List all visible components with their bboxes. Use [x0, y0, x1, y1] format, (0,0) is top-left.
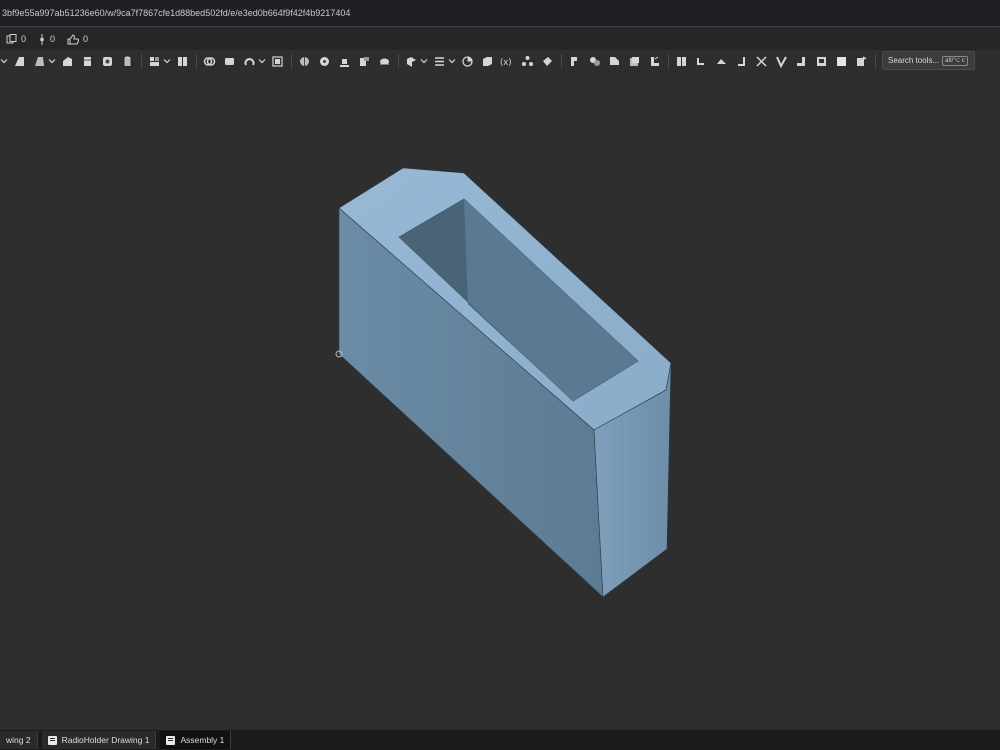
- tab-icon[interactable]: [567, 53, 581, 69]
- chevron-down-icon[interactable]: [420, 53, 428, 69]
- tab-assembly-1-label: Assembly 1: [180, 735, 225, 745]
- surface-icon[interactable]: (x): [500, 53, 514, 69]
- split-icon[interactable]: [317, 53, 331, 69]
- search-tools-placeholder: Search tools...: [888, 56, 940, 65]
- pattern-icon[interactable]: [357, 53, 371, 69]
- tab-radioholder-drawing-1-label: RadioHolder Drawing 1: [61, 735, 150, 745]
- measure-icon[interactable]: [460, 53, 474, 69]
- chevron-down-icon[interactable]: [163, 53, 171, 69]
- thicken-icon[interactable]: [120, 53, 134, 69]
- chamfer-frame-icon[interactable]: [774, 53, 788, 69]
- weld-icon[interactable]: [540, 53, 554, 69]
- files-stat[interactable]: 0: [6, 33, 27, 45]
- mirror-icon[interactable]: [377, 53, 391, 69]
- corner-relief-icon[interactable]: [794, 53, 808, 69]
- versions-count: 0: [50, 34, 56, 44]
- tab-assembly-1[interactable]: Assembly 1: [160, 731, 232, 749]
- shell-icon[interactable]: [242, 53, 256, 69]
- sweep-icon[interactable]: [80, 53, 94, 69]
- replace-face-icon[interactable]: [854, 53, 868, 69]
- gusset-icon[interactable]: [714, 53, 728, 69]
- bend-icon[interactable]: [587, 53, 601, 69]
- part-render[interactable]: [0, 72, 1000, 730]
- copy-icon: [6, 33, 17, 43]
- boolean-icon[interactable]: [297, 53, 311, 69]
- search-tools-input[interactable]: Search tools... alt/⌥ c: [882, 51, 975, 70]
- tab-radioholder-drawing-1[interactable]: RadioHolder Drawing 1: [41, 731, 157, 749]
- hole-icon[interactable]: [147, 53, 161, 69]
- rib-icon[interactable]: [270, 53, 284, 69]
- feature-toolbar: (x): [0, 50, 1000, 72]
- files-count: 0: [21, 34, 27, 44]
- corner-icon[interactable]: [627, 53, 641, 69]
- url-text: 3bf9e55a997ab51236e60/w/9ca7f7867cfe1d88…: [2, 8, 351, 18]
- chevron-down-icon[interactable]: [258, 53, 266, 69]
- branch-icon: [40, 33, 44, 45]
- chevron-down-icon[interactable]: [0, 53, 8, 69]
- extrude-icon[interactable]: [32, 53, 46, 69]
- trim-icon[interactable]: [694, 53, 708, 69]
- frame-profile-icon[interactable]: [674, 53, 688, 69]
- document-tab-bar: wing 2 RadioHolder Drawing 1 Assembly 1: [0, 730, 1000, 750]
- graphics-viewport[interactable]: [0, 72, 1000, 730]
- draft-icon[interactable]: [222, 53, 236, 69]
- tab-drawing-2[interactable]: wing 2: [0, 731, 38, 749]
- assembly-icon: [166, 735, 176, 745]
- frame-icon[interactable]: [520, 53, 534, 69]
- search-shortcut-badge: alt/⌥ c: [942, 55, 968, 66]
- plane-icon[interactable]: [404, 53, 418, 69]
- chamfer-icon[interactable]: [202, 53, 216, 69]
- loft-icon[interactable]: [100, 53, 114, 69]
- likes-stat[interactable]: 0: [67, 33, 89, 45]
- likes-count: 0: [83, 34, 89, 44]
- versions-stat[interactable]: 0: [38, 33, 56, 45]
- document-status-row: 0 0 0: [0, 28, 1000, 50]
- sketch-icon[interactable]: [12, 53, 26, 69]
- unfold-icon[interactable]: [647, 53, 661, 69]
- sheetmetal-icon[interactable]: [480, 53, 494, 69]
- flange-icon[interactable]: [607, 53, 621, 69]
- address-bar[interactable]: 3bf9e55a997ab51236e60/w/9ca7f7867cfe1d88…: [0, 0, 1000, 27]
- cut-list-icon[interactable]: [754, 53, 768, 69]
- pocket-icon[interactable]: [814, 53, 828, 69]
- drawing-icon: [47, 735, 57, 745]
- solid-block-icon[interactable]: [834, 53, 848, 69]
- svg-text:(x): (x): [500, 56, 512, 66]
- chevron-down-icon[interactable]: [448, 53, 456, 69]
- tab-drawing-2-label: wing 2: [6, 735, 31, 745]
- fillet-icon[interactable]: [175, 53, 189, 69]
- thumbs-up-icon: [67, 33, 80, 44]
- transform-icon[interactable]: [337, 53, 351, 69]
- end-cap-icon[interactable]: [734, 53, 748, 69]
- chevron-down-icon[interactable]: [48, 53, 56, 69]
- revolve-icon[interactable]: [60, 53, 74, 69]
- variable-icon[interactable]: [432, 53, 446, 69]
